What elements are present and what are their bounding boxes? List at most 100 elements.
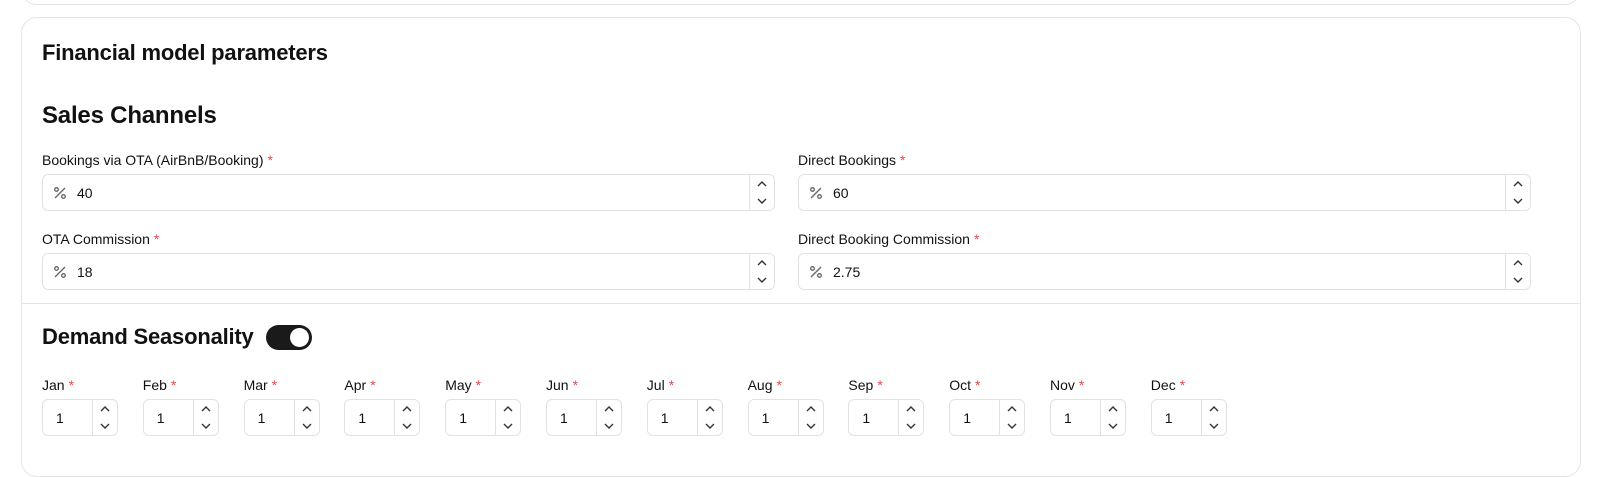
month-value[interactable]: 1 <box>648 400 697 435</box>
month-input[interactable]: 1 <box>243 399 320 436</box>
decrement-button[interactable] <box>295 418 319 436</box>
decrement-button[interactable] <box>750 272 774 290</box>
chevron-down-icon <box>604 423 614 430</box>
direct-bookings-value[interactable]: 60 <box>833 175 1505 210</box>
month-input[interactable]: 1 <box>445 399 522 436</box>
ota-bookings-input[interactable]: 40 <box>42 174 775 211</box>
chevron-up-icon <box>1513 180 1523 187</box>
direct-commission-value[interactable]: 2.75 <box>833 254 1505 289</box>
direct-bookings-label: Direct Bookings <box>798 152 897 168</box>
decrement-button[interactable] <box>496 418 520 436</box>
month-value[interactable]: 1 <box>144 400 193 435</box>
increment-button[interactable] <box>750 254 774 272</box>
month-value[interactable]: 1 <box>547 400 596 435</box>
increment-button[interactable] <box>194 400 218 418</box>
increment-button[interactable] <box>93 400 117 418</box>
chevron-down-icon <box>402 423 412 430</box>
increment-button[interactable] <box>1202 400 1226 418</box>
month-label: Dec <box>1150 377 1176 393</box>
chevron-up-icon <box>402 405 412 412</box>
increment-button[interactable] <box>899 400 923 418</box>
month-input[interactable]: 1 <box>142 399 219 436</box>
decrement-button[interactable] <box>1101 418 1125 436</box>
increment-button[interactable] <box>496 400 520 418</box>
decrement-button[interactable] <box>93 418 117 436</box>
increment-button[interactable] <box>395 400 419 418</box>
decrement-button[interactable] <box>194 418 218 436</box>
decrement-button[interactable] <box>1202 418 1226 436</box>
month-input[interactable]: 1 <box>949 399 1026 436</box>
chevron-down-icon <box>1513 277 1523 284</box>
ota-commission-input[interactable]: 18 <box>42 253 775 290</box>
month-input[interactable]: 1 <box>1150 399 1227 436</box>
month-input[interactable]: 1 <box>1050 399 1126 436</box>
number-stepper <box>749 254 774 289</box>
demand-seasonality-title: Demand Seasonality <box>42 324 254 349</box>
increment-button[interactable] <box>698 400 722 418</box>
month-input[interactable]: 1 <box>848 399 925 436</box>
month-value[interactable]: 1 <box>43 400 92 435</box>
month-input[interactable]: 1 <box>344 399 421 436</box>
ota-commission-value[interactable]: 18 <box>77 254 749 289</box>
direct-bookings-input[interactable]: 60 <box>798 174 1531 211</box>
chevron-down-icon <box>705 423 715 430</box>
percent-icon <box>43 175 77 210</box>
month-input[interactable]: 1 <box>646 399 723 436</box>
increment-button[interactable] <box>1506 175 1530 193</box>
chevron-up-icon <box>302 405 312 412</box>
decrement-button[interactable] <box>750 193 774 211</box>
number-stepper <box>495 400 520 435</box>
financial-model-card: Financial model parameters Sales Channel… <box>21 17 1581 477</box>
required-mark: * <box>271 377 278 393</box>
month-value[interactable]: 1 <box>245 400 294 435</box>
required-mark: * <box>153 231 160 247</box>
month-value[interactable]: 1 <box>1152 400 1201 435</box>
section-divider <box>22 303 1580 304</box>
decrement-button[interactable] <box>899 418 923 436</box>
chevron-up-icon <box>604 405 614 412</box>
number-stepper <box>596 400 621 435</box>
increment-button[interactable] <box>1101 400 1125 418</box>
seasonality-toggle[interactable] <box>266 325 312 350</box>
decrement-button[interactable] <box>698 418 722 436</box>
month-value[interactable]: 1 <box>1051 400 1100 435</box>
month-input[interactable]: 1 <box>42 399 118 436</box>
month-value[interactable]: 1 <box>849 400 898 435</box>
required-mark: * <box>170 377 177 393</box>
increment-button[interactable] <box>295 400 319 418</box>
decrement-button[interactable] <box>799 418 823 436</box>
decrement-button[interactable] <box>395 418 419 436</box>
month-label: Feb <box>142 377 167 393</box>
month-value[interactable]: 1 <box>749 400 798 435</box>
month-value[interactable]: 1 <box>446 400 495 435</box>
month-value[interactable]: 1 <box>345 400 394 435</box>
month-field-jun: Jun * 1 <box>546 375 622 436</box>
month-field-feb: Feb * 1 <box>142 375 219 436</box>
increment-button[interactable] <box>799 400 823 418</box>
direct-commission-input[interactable]: 2.75 <box>798 253 1531 290</box>
ota-commission-field: OTA Commission * 18 <box>42 229 775 290</box>
increment-button[interactable] <box>1506 254 1530 272</box>
required-mark: * <box>974 377 981 393</box>
percent-icon <box>43 254 77 289</box>
month-input[interactable]: 1 <box>546 399 622 436</box>
chevron-down-icon <box>757 198 767 205</box>
required-mark: * <box>370 377 376 393</box>
increment-button[interactable] <box>1000 400 1024 418</box>
increment-button[interactable] <box>597 400 621 418</box>
chevron-up-icon <box>1209 405 1219 412</box>
month-value[interactable]: 1 <box>950 400 999 435</box>
month-input[interactable]: 1 <box>747 399 824 436</box>
decrement-button[interactable] <box>597 418 621 436</box>
number-stepper <box>1100 400 1125 435</box>
increment-button[interactable] <box>750 175 774 193</box>
decrement-button[interactable] <box>1506 272 1530 290</box>
ota-bookings-value[interactable]: 40 <box>77 175 749 210</box>
chevron-down-icon <box>503 423 513 430</box>
chevron-down-icon <box>1007 423 1017 430</box>
required-mark: * <box>776 377 782 393</box>
decrement-button[interactable] <box>1506 193 1530 211</box>
month-field-aug: Aug * 1 <box>747 375 824 436</box>
decrement-button[interactable] <box>1000 418 1024 436</box>
month-field-oct: Oct * 1 <box>949 375 1026 436</box>
